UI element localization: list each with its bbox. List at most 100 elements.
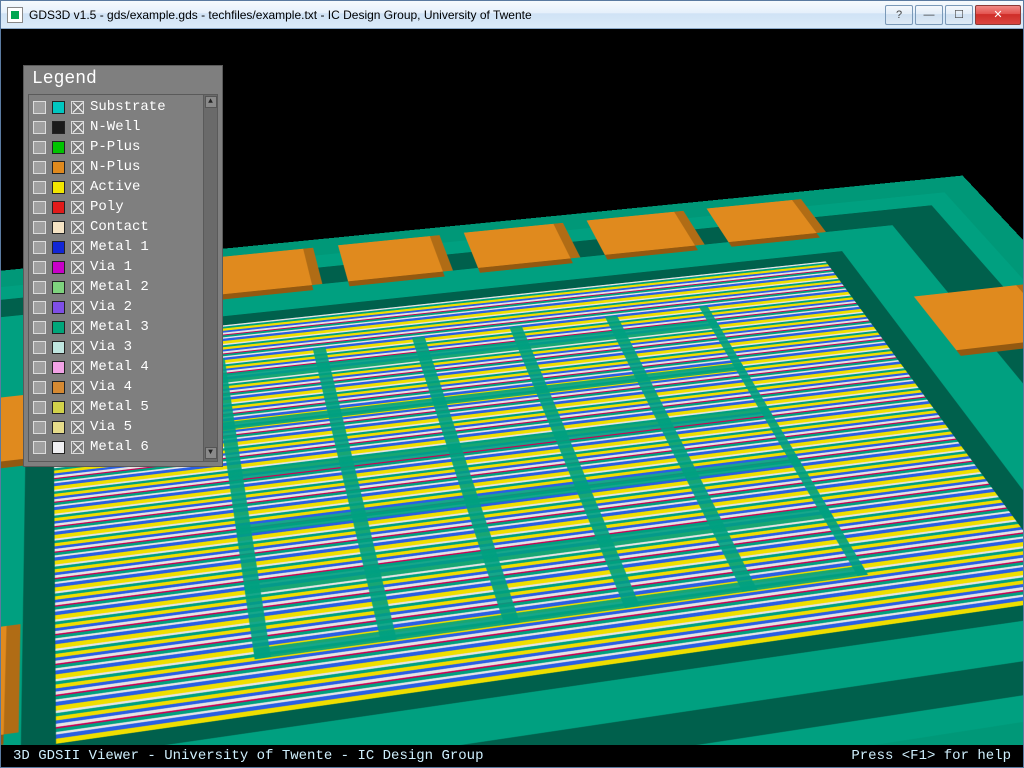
color-swatch <box>52 101 65 114</box>
layer-label: Metal 3 <box>90 319 149 335</box>
visibility-checkbox[interactable] <box>71 261 84 274</box>
legend-row[interactable]: Substrate <box>33 97 199 117</box>
visibility-checkbox[interactable] <box>71 281 84 294</box>
legend-row[interactable]: Poly <box>33 197 199 217</box>
legend-row[interactable]: N-Plus <box>33 157 199 177</box>
visibility-checkbox[interactable] <box>71 341 84 354</box>
visibility-checkbox[interactable] <box>71 441 84 454</box>
visibility-checkbox[interactable] <box>71 101 84 114</box>
visibility-checkbox[interactable] <box>71 241 84 254</box>
layer-label: N-Well <box>90 119 140 135</box>
status-left: 3D GDSII Viewer - University of Twente -… <box>13 748 483 764</box>
legend-row[interactable]: Via 3 <box>33 337 199 357</box>
color-swatch <box>52 201 65 214</box>
visibility-checkbox[interactable] <box>71 401 84 414</box>
legend-row[interactable]: Metal 5 <box>33 397 199 417</box>
legend-panel[interactable]: Legend Substrate N-Well P-PlusN-Plus Active… <box>23 65 223 467</box>
color-swatch <box>52 241 65 254</box>
legend-row[interactable]: Contact <box>33 217 199 237</box>
visibility-checkbox[interactable] <box>71 201 84 214</box>
legend-scrollbar[interactable]: ▲ ▼ <box>203 95 217 461</box>
legend-row[interactable]: Metal 2 <box>33 277 199 297</box>
layer-label: Metal 1 <box>90 239 149 255</box>
layer-label: Active <box>90 179 140 195</box>
visibility-checkbox[interactable] <box>71 321 84 334</box>
visibility-checkbox[interactable] <box>71 361 84 374</box>
select-box[interactable] <box>33 221 46 234</box>
visibility-checkbox[interactable] <box>71 301 84 314</box>
layer-label: Via 5 <box>90 419 132 435</box>
legend-title: Legend <box>24 66 222 94</box>
legend-row[interactable]: Metal 3 <box>33 317 199 337</box>
color-swatch <box>52 141 65 154</box>
color-swatch <box>52 121 65 134</box>
color-swatch <box>52 261 65 274</box>
scroll-down-icon[interactable]: ▼ <box>205 447 217 459</box>
select-box[interactable] <box>33 281 46 294</box>
color-swatch <box>52 441 65 454</box>
select-box[interactable] <box>33 261 46 274</box>
legend-row[interactable]: Metal 6 <box>33 437 199 457</box>
visibility-checkbox[interactable] <box>71 181 84 194</box>
legend-row[interactable]: Via 2 <box>33 297 199 317</box>
legend-list: Substrate N-Well P-PlusN-Plus Active PolyCon… <box>29 95 203 461</box>
legend-row[interactable]: Via 1 <box>33 257 199 277</box>
color-swatch <box>52 341 65 354</box>
legend-body: Substrate N-Well P-PlusN-Plus Active PolyCon… <box>28 94 218 462</box>
select-box[interactable] <box>33 341 46 354</box>
titlebar[interactable]: GDS3D v1.5 - gds/example.gds - techfiles… <box>1 1 1023 29</box>
layer-label: Metal 4 <box>90 359 149 375</box>
status-right: Press <F1> for help <box>851 748 1011 764</box>
statusbar: 3D GDSII Viewer - University of Twente -… <box>1 745 1023 767</box>
visibility-checkbox[interactable] <box>71 161 84 174</box>
maximize-button[interactable]: ☐ <box>945 5 973 25</box>
color-swatch <box>52 181 65 194</box>
select-box[interactable] <box>33 101 46 114</box>
legend-row[interactable]: P-Plus <box>33 137 199 157</box>
window-title: GDS3D v1.5 - gds/example.gds - techfiles… <box>29 8 883 22</box>
select-box[interactable] <box>33 121 46 134</box>
window-controls: ? — ☐ ✕ <box>883 5 1021 25</box>
select-box[interactable] <box>33 441 46 454</box>
select-box[interactable] <box>33 401 46 414</box>
select-box[interactable] <box>33 181 46 194</box>
select-box[interactable] <box>33 421 46 434</box>
color-swatch <box>52 161 65 174</box>
layer-label: Metal 2 <box>90 279 149 295</box>
visibility-checkbox[interactable] <box>71 381 84 394</box>
color-swatch <box>52 281 65 294</box>
select-box[interactable] <box>33 321 46 334</box>
legend-row[interactable]: Active <box>33 177 199 197</box>
legend-row[interactable]: N-Well <box>33 117 199 137</box>
select-box[interactable] <box>33 301 46 314</box>
visibility-checkbox[interactable] <box>71 121 84 134</box>
viewport-3d[interactable]: Legend Substrate N-Well P-PlusN-Plus Active… <box>1 29 1023 767</box>
visibility-checkbox[interactable] <box>71 421 84 434</box>
minimize-button[interactable]: — <box>915 5 943 25</box>
color-swatch <box>52 321 65 334</box>
visibility-checkbox[interactable] <box>71 221 84 234</box>
legend-row[interactable]: Via 4 <box>33 377 199 397</box>
layer-label: Via 1 <box>90 259 132 275</box>
select-box[interactable] <box>33 381 46 394</box>
visibility-checkbox[interactable] <box>71 141 84 154</box>
select-box[interactable] <box>33 241 46 254</box>
layer-label: Metal 5 <box>90 399 149 415</box>
select-box[interactable] <box>33 141 46 154</box>
select-box[interactable] <box>33 361 46 374</box>
select-box[interactable] <box>33 161 46 174</box>
close-button[interactable]: ✕ <box>975 5 1021 25</box>
help-button[interactable]: ? <box>885 5 913 25</box>
legend-row[interactable]: Metal 1 <box>33 237 199 257</box>
color-swatch <box>52 301 65 314</box>
app-icon <box>7 7 23 23</box>
color-swatch <box>52 361 65 374</box>
layer-label: Via 2 <box>90 299 132 315</box>
color-swatch <box>52 421 65 434</box>
color-swatch <box>52 381 65 394</box>
layer-label: Via 3 <box>90 339 132 355</box>
legend-row[interactable]: Via 5 <box>33 417 199 437</box>
legend-row[interactable]: Metal 4 <box>33 357 199 377</box>
scroll-up-icon[interactable]: ▲ <box>205 96 217 108</box>
select-box[interactable] <box>33 201 46 214</box>
